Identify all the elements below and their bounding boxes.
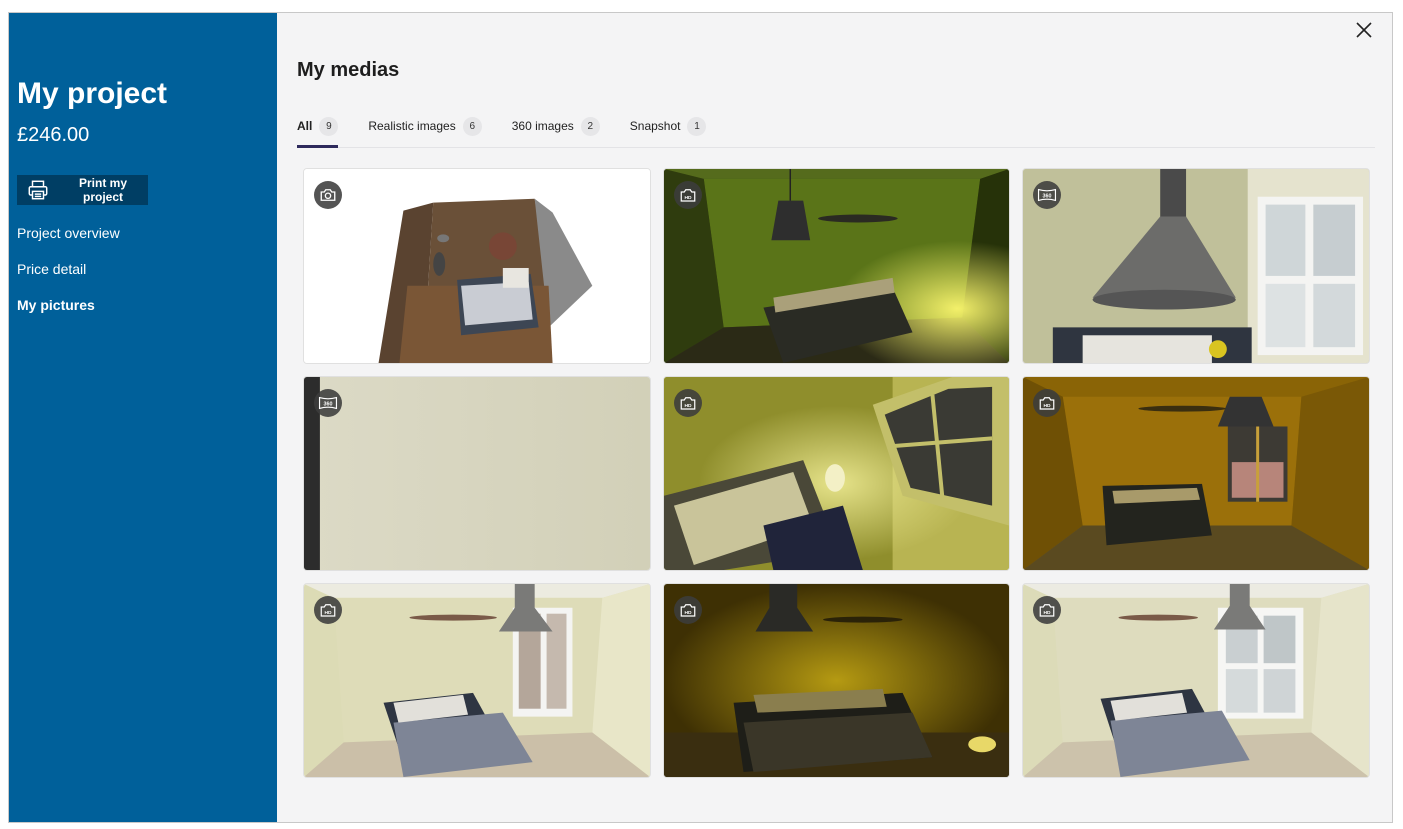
media-thumbnail-realistic[interactable]: HD — [1022, 376, 1370, 571]
sidebar-nav: Project overview Price detail My picture… — [17, 223, 120, 331]
tab-count-badge: 2 — [580, 117, 600, 136]
media-thumbnail-realistic[interactable]: HD — [663, 376, 1010, 571]
svg-text:HD: HD — [684, 403, 692, 409]
tab-label: Snapshot — [629, 119, 681, 133]
camera-hd-icon: HD — [674, 596, 702, 624]
page-title: My medias — [297, 59, 400, 81]
tab-360-images[interactable]: 360 images 2 — [512, 111, 600, 147]
project-price: £246.00 — [17, 124, 90, 146]
camera-hd-icon: HD — [314, 596, 342, 624]
media-thumbnail-realistic[interactable]: HD — [303, 583, 651, 778]
camera-icon — [314, 181, 342, 209]
svg-text:360: 360 — [324, 402, 333, 408]
media-thumbnail-realistic[interactable]: HD — [663, 583, 1010, 778]
media-thumbnail-360[interactable]: 360 — [1022, 168, 1370, 364]
camera-hd-icon: HD — [1033, 596, 1061, 624]
svg-text:360: 360 — [1043, 194, 1052, 200]
print-project-button[interactable]: Print my project — [17, 175, 148, 205]
sidebar-item-price-detail[interactable]: Price detail — [17, 259, 120, 295]
media-thumbnail-snapshot[interactable] — [303, 168, 651, 364]
media-tabs: All 9 Realistic images 6 360 images 2 Sn… — [297, 111, 1375, 148]
printer-icon — [27, 179, 49, 201]
media-thumbnail-realistic[interactable]: HD — [1022, 583, 1370, 778]
project-title: My project — [17, 77, 168, 110]
media-thumbnail-360[interactable]: 360 — [303, 376, 651, 571]
panorama-360-icon: 360 — [1033, 181, 1061, 209]
sidebar: My project £246.00 Print my project Proj… — [9, 13, 277, 822]
media-thumbnail-realistic[interactable]: HD — [663, 168, 1010, 364]
svg-text:HD: HD — [1043, 403, 1051, 409]
tab-label: Realistic images — [368, 119, 456, 133]
sidebar-item-project-overview[interactable]: Project overview — [17, 223, 120, 259]
panorama-360-icon: 360 — [314, 389, 342, 417]
tab-count-badge: 6 — [462, 117, 482, 136]
tab-label: 360 images — [511, 119, 574, 133]
tab-realistic-images[interactable]: Realistic images 6 — [368, 111, 482, 147]
media-panel: My medias All 9 Realistic images 6 360 i… — [277, 13, 1392, 822]
close-button[interactable] — [1352, 18, 1376, 42]
svg-text:HD: HD — [684, 195, 692, 201]
sidebar-item-my-pictures[interactable]: My pictures — [17, 295, 120, 331]
close-icon — [1356, 22, 1372, 38]
tab-label: All — [297, 119, 313, 133]
svg-text:HD: HD — [1043, 610, 1051, 616]
camera-hd-icon: HD — [1033, 389, 1061, 417]
svg-text:HD: HD — [684, 610, 692, 616]
media-grid: HD 360 360 HD HD HD HD HD — [303, 168, 1370, 778]
camera-hd-icon: HD — [674, 181, 702, 209]
tab-snapshot[interactable]: Snapshot 1 — [630, 111, 707, 147]
project-dialog: My project £246.00 Print my project Proj… — [8, 12, 1393, 823]
svg-text:HD: HD — [324, 610, 332, 616]
print-button-label: Print my project — [78, 176, 127, 204]
tab-count-badge: 1 — [687, 117, 707, 136]
tab-all[interactable]: All 9 — [297, 111, 339, 148]
camera-hd-icon: HD — [674, 389, 702, 417]
tab-count-badge: 9 — [319, 117, 339, 136]
